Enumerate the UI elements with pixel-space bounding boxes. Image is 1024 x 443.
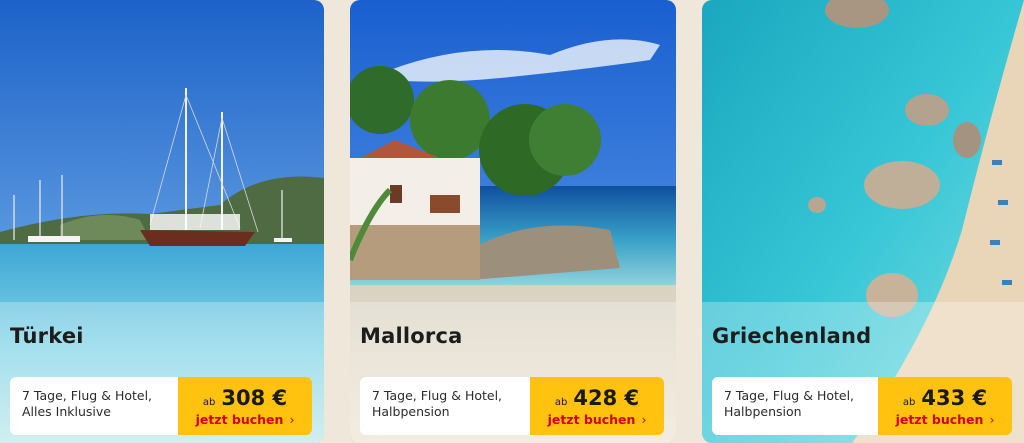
offer-description: 7 Tage, Flug & Hotel, Halbpension xyxy=(360,377,530,435)
offer-description-line1: 7 Tage, Flug & Hotel, xyxy=(724,388,855,403)
offer-box[interactable]: 7 Tage, Flug & Hotel, Halbpension ab 433… xyxy=(712,377,1012,435)
price-prefix: ab xyxy=(202,396,216,408)
book-now-link[interactable]: jetzt buchen › xyxy=(896,412,995,427)
offer-card-griechenland[interactable]: Griechenland 7 Tage, Flug & Hotel, Halbp… xyxy=(702,0,1024,443)
price: ab 428 € xyxy=(555,386,639,410)
offer-description: 7 Tage, Flug & Hotel, Alles Inklusive xyxy=(10,377,178,435)
chevron-right-icon: › xyxy=(289,411,295,427)
offer-description-line1: 7 Tage, Flug & Hotel, xyxy=(372,388,503,403)
destination-title: Türkei xyxy=(10,324,84,348)
offer-card-mallorca[interactable]: Mallorca 7 Tage, Flug & Hotel, Halbpensi… xyxy=(350,0,676,443)
price-prefix: ab xyxy=(554,396,568,408)
book-now-button[interactable]: ab 433 € jetzt buchen › xyxy=(878,377,1012,435)
book-now-label: jetzt buchen xyxy=(195,411,284,427)
offer-box[interactable]: 7 Tage, Flug & Hotel, Halbpension ab 428… xyxy=(360,377,664,435)
book-now-button[interactable]: ab 428 € jetzt buchen › xyxy=(530,377,664,435)
destination-title: Mallorca xyxy=(360,324,463,348)
book-now-link[interactable]: jetzt buchen › xyxy=(548,412,647,427)
book-now-label: jetzt buchen xyxy=(547,411,636,427)
offer-description-line2: Halbpension xyxy=(372,404,450,419)
offer-box[interactable]: 7 Tage, Flug & Hotel, Alles Inklusive ab… xyxy=(10,377,312,435)
price-prefix: ab xyxy=(902,396,916,408)
price-value: 433 € xyxy=(921,385,988,410)
book-now-link[interactable]: jetzt buchen › xyxy=(196,412,295,427)
price: ab 433 € xyxy=(903,386,987,410)
offer-description-line1: 7 Tage, Flug & Hotel, xyxy=(22,388,153,403)
offer-description: 7 Tage, Flug & Hotel, Halbpension xyxy=(712,377,878,435)
book-now-label: jetzt buchen xyxy=(895,411,984,427)
chevron-right-icon: › xyxy=(641,411,647,427)
book-now-button[interactable]: ab 308 € jetzt buchen › xyxy=(178,377,312,435)
destination-title: Griechenland xyxy=(712,324,872,348)
price-value: 308 € xyxy=(221,385,288,410)
offer-card-tuerkei[interactable]: Türkei 7 Tage, Flug & Hotel, Alles Inklu… xyxy=(0,0,324,443)
price: ab 308 € xyxy=(203,386,287,410)
offer-description-line2: Alles Inklusive xyxy=(22,404,111,419)
price-value: 428 € xyxy=(573,385,640,410)
chevron-right-icon: › xyxy=(989,411,995,427)
offer-description-line2: Halbpension xyxy=(724,404,802,419)
